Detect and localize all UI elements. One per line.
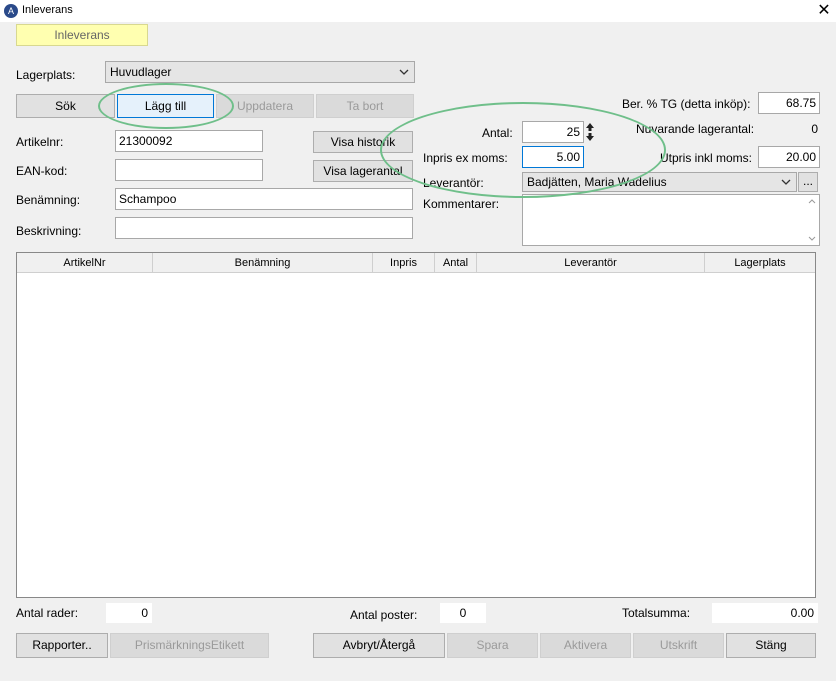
stang-button[interactable]: Stäng: [726, 633, 816, 658]
lagerantal-label: Nuvarande lagerantal:: [636, 122, 755, 136]
column-header[interactable]: Antal: [435, 253, 477, 273]
antal-label: Antal:: [482, 126, 513, 140]
lagerplats-select[interactable]: Huvudlager: [105, 61, 415, 83]
leverantor-label: Leverantör:: [423, 176, 484, 190]
inpris-label: Inpris ex moms:: [423, 151, 508, 165]
utpris-label: Utpris inkl moms:: [660, 151, 753, 165]
avbryt-button[interactable]: Avbryt/Återgå: [313, 633, 445, 658]
rapporter-button[interactable]: Rapporter..: [16, 633, 108, 658]
kommentarer-textarea[interactable]: [522, 194, 820, 246]
column-header[interactable]: Benämning: [153, 253, 373, 273]
benamning-input[interactable]: Schampoo: [115, 188, 413, 210]
uppdatera-button[interactable]: Uppdatera: [216, 94, 314, 118]
kommentarer-label: Kommentarer:: [423, 197, 500, 211]
utskrift-button[interactable]: Utskrift: [633, 633, 724, 658]
artikelnr-label: Artikelnr:: [16, 135, 64, 149]
scrollbar[interactable]: [807, 197, 817, 243]
lagerantal-value: 0: [811, 122, 818, 136]
chevron-down-icon: [781, 179, 791, 185]
aktivera-button[interactable]: Aktivera: [540, 633, 631, 658]
leverantor-more-button[interactable]: ...: [798, 172, 818, 192]
lagerplats-value: Huvudlager: [110, 65, 172, 79]
leverantor-select[interactable]: Badjätten, Maria Wadelius: [522, 172, 797, 192]
antal-poster-label: Antal poster:: [350, 608, 418, 622]
lagg-till-button[interactable]: Lägg till: [117, 94, 214, 118]
antal-rader-label: Antal rader:: [16, 606, 79, 620]
inpris-input[interactable]: 5.00: [522, 146, 584, 168]
tab-inleverans[interactable]: Inleverans: [16, 24, 148, 46]
app-icon: A: [4, 4, 18, 18]
title-bar: [0, 0, 836, 22]
ean-label: EAN-kod:: [16, 164, 68, 178]
tg-label: Ber. % TG (detta inköp):: [622, 97, 751, 111]
visa-historik-button[interactable]: Visa historik: [313, 131, 413, 153]
beskrivning-input[interactable]: [115, 217, 413, 239]
totalsumma-label: Totalsumma:: [622, 606, 691, 620]
benamning-label: Benämning:: [16, 193, 81, 207]
leverantor-value: Badjätten, Maria Wadelius: [527, 175, 667, 189]
lagerplats-label: Lagerplats:: [16, 68, 76, 82]
column-header[interactable]: Inpris: [373, 253, 435, 273]
tg-input[interactable]: 68.75: [758, 92, 820, 114]
inleverans-table[interactable]: ArtikelNr Benämning Inpris Antal Leveran…: [16, 252, 816, 598]
artikelnr-input[interactable]: 21300092: [115, 130, 263, 152]
utpris-input[interactable]: 20.00: [758, 146, 820, 168]
antal-poster-value: 0: [440, 603, 486, 623]
window-title: Inleverans: [22, 4, 73, 16]
visa-lagerantal-button[interactable]: Visa lagerantal: [313, 160, 413, 182]
spara-button[interactable]: Spara: [447, 633, 538, 658]
column-header[interactable]: Leverantör: [477, 253, 705, 273]
antal-input[interactable]: 25: [522, 121, 584, 143]
ean-input[interactable]: [115, 159, 263, 181]
column-header[interactable]: ArtikelNr: [17, 253, 153, 273]
spinner-arrows-icon[interactable]: [584, 121, 596, 143]
ta-bort-button[interactable]: Ta bort: [316, 94, 414, 118]
chevron-down-icon: [399, 69, 409, 75]
beskrivning-label: Beskrivning:: [16, 224, 82, 238]
close-icon[interactable]: ✕: [814, 1, 834, 21]
column-header[interactable]: Lagerplats: [705, 253, 815, 273]
totalsumma-value: 0.00: [712, 603, 818, 623]
prismarkning-button[interactable]: PrismärkningsEtikett: [110, 633, 269, 658]
sok-button[interactable]: Sök: [16, 94, 115, 118]
antal-rader-value: 0: [106, 603, 152, 623]
